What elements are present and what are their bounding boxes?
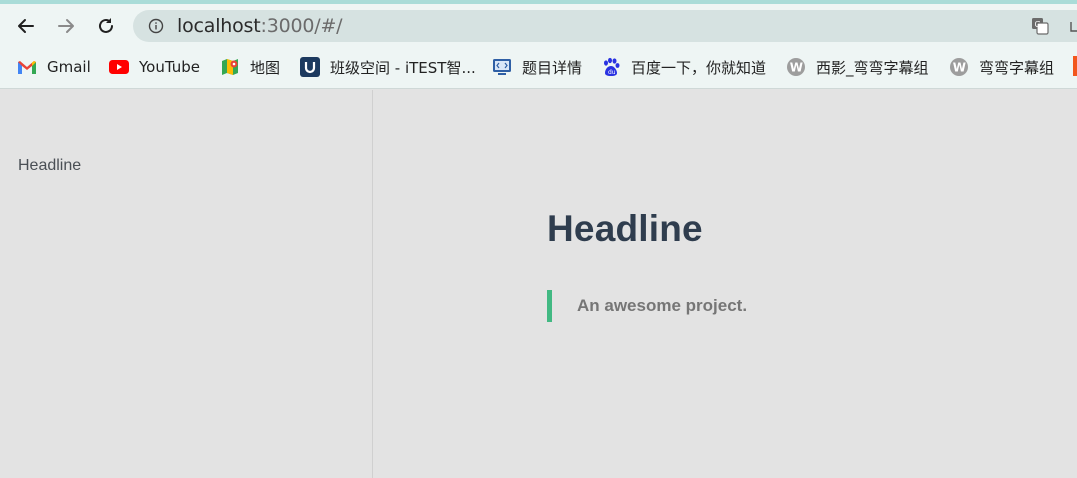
reload-button[interactable] — [92, 12, 120, 40]
bookmark-label: 百度一下，你就知道 — [631, 58, 767, 77]
bookmark-wanwan[interactable]: W 弯弯字幕组 — [949, 56, 1054, 78]
w-icon: W — [786, 57, 806, 77]
itest-icon — [300, 57, 320, 77]
code-icon — [492, 57, 512, 77]
bookmark-label: 题目详情 — [522, 58, 583, 77]
arrow-left-icon — [18, 19, 34, 33]
svg-text:W: W — [790, 61, 803, 75]
gmail-icon — [17, 57, 37, 77]
browser-toolbar: localhost:3000/#/ G — [0, 4, 1077, 48]
bookmark-maps[interactable]: 地图 — [220, 56, 280, 78]
baidu-icon: du — [601, 57, 621, 77]
youtube-icon — [109, 57, 129, 77]
bookmark-youtube[interactable]: YouTube — [109, 56, 200, 78]
sidebar-item-headline[interactable]: Headline — [18, 157, 81, 175]
arrow-right-icon — [58, 19, 74, 33]
share-icon[interactable] — [1069, 19, 1077, 33]
blockquote: An awesome project. — [547, 290, 747, 322]
bookmarks-bar: Gmail YouTube 地图 班级空间 - iTEST智... 题目详情 d… — [0, 48, 1077, 89]
main-content: Headline An awesome project. — [374, 90, 1077, 478]
url-path: :3000/#/ — [260, 15, 343, 37]
bookmark-xiying[interactable]: W 西影_弯弯字幕组 — [786, 56, 929, 78]
info-icon[interactable] — [148, 18, 164, 34]
bookmark-label: 弯弯字幕组 — [979, 58, 1055, 77]
url-text[interactable]: localhost:3000/#/ — [177, 15, 343, 37]
bookmark-itest[interactable]: 班级空间 - iTEST智... — [300, 56, 476, 78]
page-title: Headline — [547, 208, 703, 249]
reload-icon — [99, 18, 113, 33]
back-button[interactable] — [12, 12, 40, 40]
svg-text:G: G — [1035, 20, 1041, 29]
bookmark-label: 西影_弯弯字幕组 — [816, 58, 929, 77]
sidebar: Headline — [0, 90, 373, 478]
bookmark-overflow-icon[interactable] — [1073, 56, 1077, 76]
bookmark-gmail[interactable]: Gmail — [17, 56, 91, 78]
bookmark-label: Gmail — [47, 58, 91, 76]
svg-text:du: du — [608, 69, 616, 76]
bookmark-baidu[interactable]: du 百度一下，你就知道 — [601, 56, 766, 78]
translate-icon[interactable]: G — [1031, 17, 1049, 35]
bookmark-label: YouTube — [139, 58, 200, 76]
bookmark-label: 班级空间 - iTEST智... — [330, 58, 476, 77]
bookmark-problem[interactable]: 题目详情 — [492, 56, 582, 78]
svg-text:W: W — [953, 61, 966, 75]
bookmark-label: 地图 — [250, 58, 281, 77]
w-icon: W — [949, 57, 969, 77]
forward-button[interactable] — [52, 12, 80, 40]
blockquote-text: An awesome project. — [577, 296, 748, 315]
maps-icon — [220, 57, 240, 77]
address-bar[interactable]: localhost:3000/#/ G — [133, 10, 1077, 42]
url-host: localhost — [177, 15, 261, 37]
